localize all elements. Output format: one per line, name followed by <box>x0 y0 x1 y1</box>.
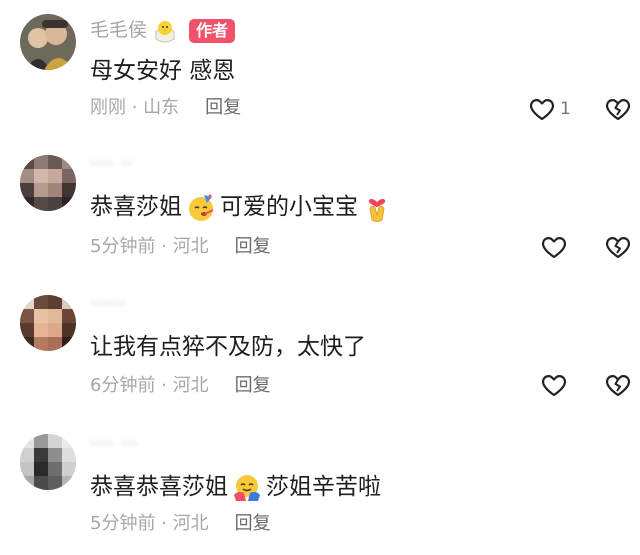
comment-item: ···· ·· 恭喜莎姐 可爱的小宝宝 5分钟前 · 河北 回复 <box>0 138 640 278</box>
comment-meta: 5分钟前 · 河北 回复 <box>90 512 271 536</box>
like-button[interactable] <box>540 372 568 398</box>
broken-heart-icon <box>604 372 632 398</box>
comment-text-part: 恭喜恭喜莎姐 <box>90 474 228 500</box>
meta-separator: · <box>155 375 173 396</box>
username-text: 毛毛侯 <box>90 19 148 41</box>
comment-text: 让我有点猝不及防，太快了 <box>90 334 366 360</box>
comment-text: 恭喜莎姐 可爱的小宝宝 <box>90 192 396 223</box>
like-count: 1 <box>560 99 571 119</box>
avatar[interactable] <box>20 14 76 70</box>
broken-heart-icon <box>604 234 632 260</box>
comment-meta: 刚刚 · 山东 回复 <box>90 96 241 120</box>
comment-time: 5分钟前 <box>90 513 156 534</box>
comment-text-part: 恭喜莎姐 <box>90 194 182 220</box>
heart-outline-icon <box>540 372 568 398</box>
avatar[interactable] <box>20 434 76 490</box>
comment-username[interactable]: ···· ··· <box>90 432 138 456</box>
comment-location: 山东 <box>143 97 180 118</box>
dislike-button[interactable] <box>604 234 632 260</box>
comment-item: ······ 让我有点猝不及防，太快了 6分钟前 · 河北 回复 <box>0 278 640 418</box>
like-button[interactable] <box>540 234 568 260</box>
hatching-chick-icon <box>153 19 177 43</box>
heart-outline-icon <box>540 234 568 260</box>
meta-separator: · <box>126 97 144 118</box>
comment-text-part: 莎姐辛苦啦 <box>266 474 381 500</box>
comment-username[interactable]: 毛毛侯 作者 <box>90 18 236 43</box>
hugging-face-icon <box>232 473 262 503</box>
reply-button[interactable]: 回复 <box>235 236 271 257</box>
dislike-button[interactable] <box>604 96 632 122</box>
avatar[interactable] <box>20 155 76 211</box>
broken-heart-icon <box>604 96 632 122</box>
comment-time: 6分钟前 <box>90 375 156 396</box>
meta-separator: · <box>155 236 173 257</box>
reply-button[interactable]: 回复 <box>235 513 271 534</box>
comment-location: 河北 <box>172 236 209 257</box>
comment-meta: 5分钟前 · 河北 回复 <box>90 235 271 259</box>
comment-location: 河北 <box>172 513 209 534</box>
meta-separator: · <box>155 513 173 534</box>
party-face-icon <box>186 193 216 223</box>
comment-time: 刚刚 <box>90 97 126 118</box>
heart-outline-icon <box>528 96 556 122</box>
avatar[interactable] <box>20 295 76 351</box>
comment-item: 毛毛侯 作者 母女安好 感恩 刚刚 · 山东 回复 1 <box>0 0 640 138</box>
comment-text: 恭喜恭喜莎姐 莎姐辛苦啦 <box>90 472 381 503</box>
comment-item: ···· ··· 恭喜恭喜莎姐 莎姐辛苦啦 5分钟前 · 河北 回复 <box>0 418 640 555</box>
like-button[interactable] <box>528 96 556 122</box>
comment-text-part: 可爱的小宝宝 <box>220 194 358 220</box>
dislike-button[interactable] <box>604 372 632 398</box>
comment-meta: 6分钟前 · 河北 回复 <box>90 374 271 398</box>
heart-hands-icon <box>362 193 392 223</box>
comment-username[interactable]: ······ <box>90 292 126 316</box>
comment-location: 河北 <box>172 375 209 396</box>
reply-button[interactable]: 回复 <box>205 97 241 118</box>
comment-text: 母女安好 感恩 <box>90 58 236 84</box>
comment-username[interactable]: ···· ·· <box>90 152 132 176</box>
reply-button[interactable]: 回复 <box>235 375 271 396</box>
author-badge: 作者 <box>189 18 236 43</box>
comment-time: 5分钟前 <box>90 236 156 257</box>
